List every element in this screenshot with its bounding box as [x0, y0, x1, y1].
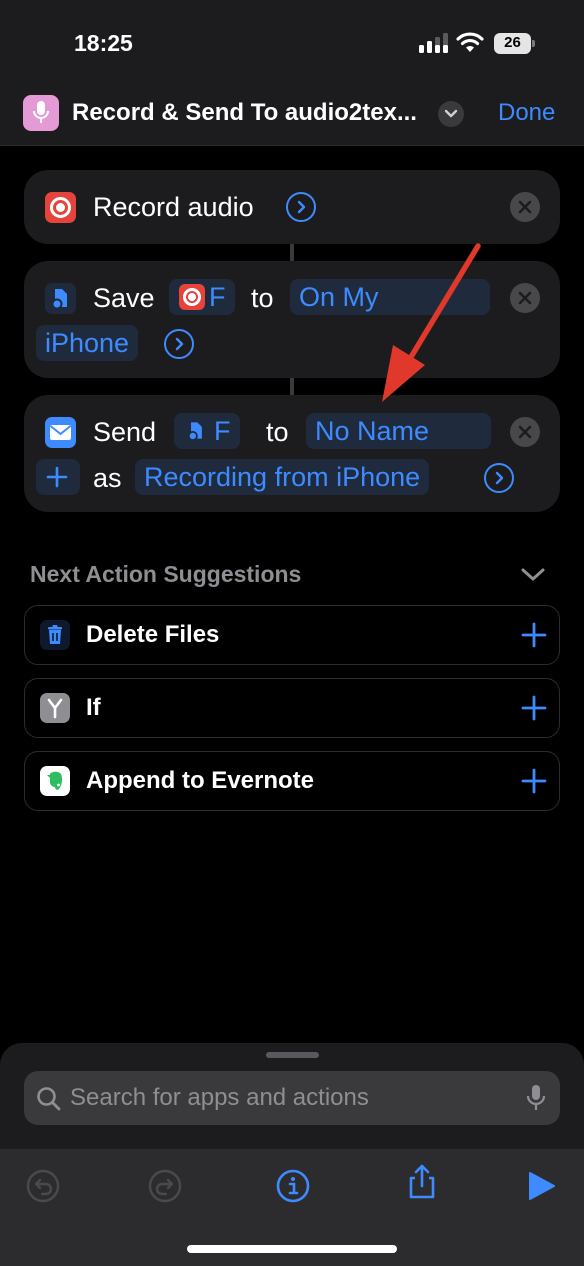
suggestion-label: Append to Evernote — [86, 767, 315, 794]
status-time: 18:25 — [74, 30, 133, 56]
mail-icon — [45, 417, 76, 448]
suggestion-append-to-evernote[interactable]: Append to Evernote — [24, 751, 560, 811]
sheet-grabber[interactable] — [266, 1052, 319, 1058]
add-icon[interactable] — [521, 768, 547, 794]
destination-token-continued[interactable]: iPhone — [36, 325, 139, 361]
variable-label: F — [214, 416, 231, 446]
suggestion-label: Delete Files — [86, 621, 220, 648]
undo-icon[interactable] — [24, 1167, 62, 1205]
home-indicator — [187, 1245, 397, 1253]
destination-label-continued: iPhone — [45, 328, 130, 358]
subject-token[interactable]: Recording from iPhone — [135, 459, 430, 495]
redo-icon[interactable] — [146, 1167, 184, 1205]
file-icon — [187, 422, 202, 441]
file-icon — [45, 283, 76, 314]
remove-action-icon[interactable] — [510, 283, 540, 313]
info-icon[interactable] — [274, 1167, 312, 1205]
record-icon — [179, 284, 205, 310]
wifi-icon — [456, 32, 484, 52]
search-icon — [37, 1087, 61, 1111]
action-search-sheet — [0, 1043, 584, 1266]
variable-label: F — [209, 282, 226, 312]
suggestion-delete-files[interactable]: Delete Files — [24, 605, 560, 665]
expand-options-icon[interactable] — [286, 192, 316, 222]
save-verb: Save — [93, 283, 155, 313]
share-icon[interactable] — [403, 1163, 441, 1201]
expand-options-icon[interactable] — [484, 463, 514, 493]
remove-action-icon[interactable] — [510, 417, 540, 447]
save-to-text: to — [251, 283, 274, 313]
chevron-down-icon[interactable] — [520, 566, 546, 584]
destination-label: On My — [299, 282, 379, 312]
trash-icon — [40, 620, 70, 650]
suggestion-if[interactable]: If — [24, 678, 560, 738]
status-bar: 18:25 26 — [0, 0, 584, 80]
shortcut-microphone-icon[interactable] — [23, 95, 59, 131]
saved-file-variable[interactable]: F — [174, 413, 240, 449]
recipient-label: No Name — [315, 416, 430, 446]
plus-icon — [46, 466, 68, 488]
destination-token[interactable]: On My — [290, 279, 490, 315]
chevron-down-icon[interactable] — [438, 101, 464, 127]
send-to-text: to — [266, 417, 289, 447]
send-as-text: as — [93, 463, 122, 493]
suggestion-label: If — [86, 694, 101, 721]
action-connector — [290, 244, 294, 261]
shortcut-title[interactable]: Record & Send To audio2tex... — [72, 99, 417, 127]
nav-bar: Record & Send To audio2tex... Done — [0, 80, 584, 146]
remove-action-icon[interactable] — [510, 192, 540, 222]
recipient-token[interactable]: No Name — [306, 413, 491, 449]
record-audio-action[interactable]: Record audio — [24, 170, 560, 244]
branch-icon — [40, 693, 70, 723]
done-button[interactable]: Done — [498, 99, 555, 127]
add-icon[interactable] — [521, 622, 547, 648]
send-email-action[interactable]: Send F to No Name as Recording from iPho… — [24, 395, 560, 512]
record-icon — [45, 192, 76, 223]
suggestions-header: Next Action Suggestions — [30, 561, 302, 587]
play-icon[interactable] — [522, 1167, 560, 1205]
evernote-icon — [40, 766, 70, 796]
record-audio-label: Record audio — [93, 192, 254, 222]
send-verb: Send — [93, 417, 157, 447]
search-field[interactable] — [24, 1071, 560, 1125]
add-icon[interactable] — [521, 695, 547, 721]
search-input[interactable] — [70, 1071, 510, 1125]
expand-options-icon[interactable] — [164, 329, 194, 359]
cellular-signal-icon — [419, 33, 448, 53]
battery-icon: 26 — [494, 33, 536, 54]
save-file-action[interactable]: Save F to On My iPhone — [24, 261, 560, 378]
action-connector — [290, 378, 294, 395]
recorded-audio-variable[interactable]: F — [169, 279, 235, 315]
microphone-icon[interactable] — [526, 1084, 546, 1112]
subject-label: Recording from iPhone — [144, 462, 421, 492]
battery-level: 26 — [504, 34, 521, 51]
add-recipient-button[interactable] — [36, 459, 80, 495]
